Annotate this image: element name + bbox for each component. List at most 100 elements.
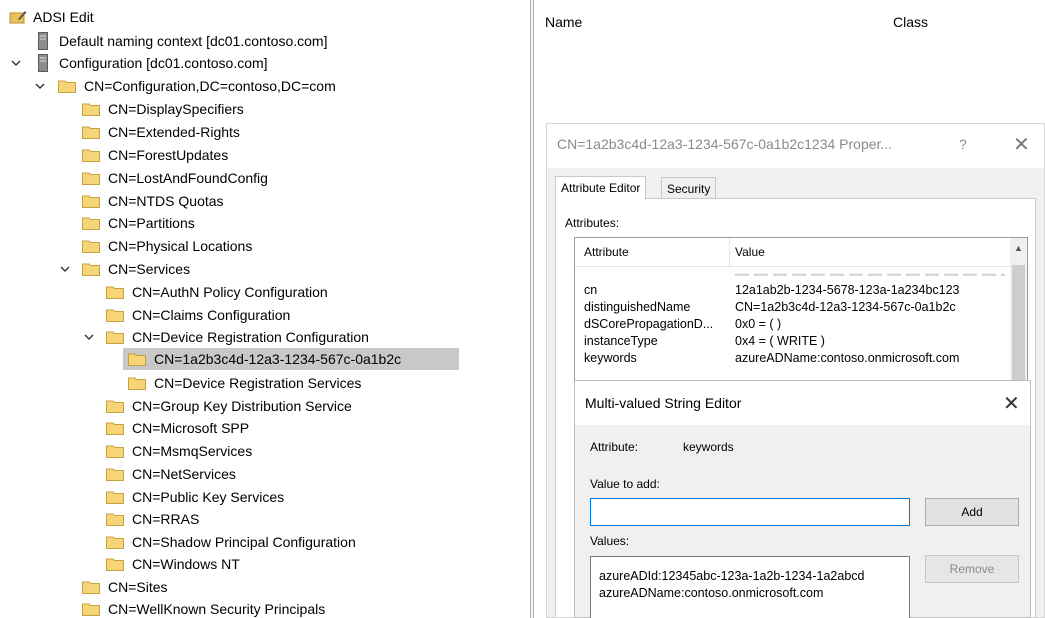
tree-item-label: Configuration [dc01.contoso.com] [59, 55, 268, 71]
values-label: Values: [590, 534, 630, 548]
folder-icon [82, 240, 100, 253]
folder-icon [106, 422, 124, 435]
tree-item[interactable]: CN=Public Key Services [106, 486, 284, 508]
remove-button[interactable]: Remove [925, 555, 1019, 583]
chevron-down-icon[interactable] [58, 258, 72, 280]
tree-item[interactable]: CN=LostAndFoundConfig [82, 167, 268, 189]
folder-icon [106, 536, 124, 549]
folder-icon [82, 581, 100, 594]
tree-item-services[interactable]: CN=Services [82, 258, 190, 280]
folder-icon [106, 491, 124, 504]
tree-item-configuration[interactable]: Configuration [dc01.contoso.com] [38, 52, 268, 74]
attributes-label: Attributes: [565, 216, 620, 230]
attribute-name: keywords [683, 440, 734, 454]
folder-icon [128, 353, 146, 366]
folder-icon [82, 217, 100, 230]
adsi-edit-icon [9, 11, 27, 24]
value-to-add-input[interactable] [590, 498, 910, 526]
tree-item[interactable]: CN=Shadow Principal Configuration [106, 531, 356, 553]
tree-item[interactable]: CN=AuthN Policy Configuration [106, 281, 328, 303]
properties-titlebar[interactable]: CN=1a2b3c4d-12a3-1234-567c-0a1b2c1234 Pr… [547, 124, 1044, 168]
tree-item[interactable]: CN=NetServices [106, 463, 236, 485]
tree-item-label: CN=WellKnown Security Principals [108, 601, 326, 617]
tree-item[interactable]: CN=Device Registration Services [128, 372, 361, 394]
server-icon [38, 54, 48, 72]
folder-icon [106, 468, 124, 481]
tree-item-label: CN=Partitions [108, 215, 195, 231]
tree-item-configuration-dn[interactable]: CN=Configuration,DC=contoso,DC=com [58, 75, 336, 97]
folder-icon [82, 263, 100, 276]
folder-icon [106, 558, 124, 571]
folder-icon [82, 149, 100, 162]
chevron-down-icon[interactable] [82, 326, 96, 348]
close-icon[interactable]: ✕ [1003, 391, 1020, 416]
tree-item-label: CN=Device Registration Services [154, 375, 362, 391]
column-header-class[interactable]: Class [893, 14, 928, 30]
folder-icon [106, 400, 124, 413]
properties-title: CN=1a2b3c4d-12a3-1234-567c-0a1b2c1234 Pr… [557, 136, 893, 152]
tree-item[interactable]: CN=Microsoft SPP [106, 417, 249, 439]
tree-item[interactable]: CN=Claims Configuration [106, 304, 290, 326]
tree-item[interactable]: CN=DisplaySpecifiers [82, 98, 244, 120]
tree-root[interactable]: ADSI Edit [9, 6, 94, 28]
tree-item-label: CN=Claims Configuration [132, 307, 291, 323]
tree-item-label: CN=Configuration,DC=contoso,DC=com [84, 78, 336, 94]
folder-icon [82, 195, 100, 208]
chevron-down-icon[interactable] [9, 52, 23, 74]
help-button[interactable]: ? [959, 136, 967, 152]
attribute-label: Attribute: [590, 440, 639, 454]
tree-item-label: CN=Device Registration Configuration [132, 329, 369, 345]
tree-item-label: CN=AuthN Policy Configuration [132, 284, 328, 300]
tree-item[interactable]: CN=RRAS [106, 508, 199, 530]
tree-item[interactable]: CN=Partitions [82, 212, 195, 234]
value-to-add-label: Value to add: [590, 477, 660, 491]
list-item[interactable]: azureADId:12345abc-123a-1a2b-1234-1a2abc… [599, 569, 864, 583]
values-list[interactable]: azureADId:12345abc-123a-1a2b-1234-1a2abc… [590, 556, 910, 618]
tree-item-label: CN=Microsoft SPP [132, 420, 250, 436]
editor-title: Multi-valued String Editor [585, 395, 742, 411]
tree-item[interactable]: CN=Group Key Distribution Service [106, 395, 352, 417]
tree-root-label: ADSI Edit [33, 9, 94, 25]
folder-icon [106, 331, 124, 344]
pane-splitter[interactable] [530, 0, 534, 618]
add-button[interactable]: Add [925, 498, 1019, 526]
folder-icon [128, 377, 146, 390]
list-item[interactable]: azureADName:contoso.onmicrosoft.com [599, 586, 823, 600]
tree-item[interactable]: CN=NTDS Quotas [82, 190, 224, 212]
multi-valued-string-editor: Multi-valued String Editor ✕ Attribute: … [574, 380, 1031, 618]
folder-icon [106, 445, 124, 458]
tree-item-label: CN=DisplaySpecifiers [108, 101, 244, 117]
tree-item-label: CN=LostAndFoundConfig [108, 170, 268, 186]
scroll-up-icon[interactable]: ▲ [1014, 243, 1023, 253]
tree-item[interactable]: CN=Windows NT [106, 553, 240, 575]
tree-item[interactable]: CN=MsmqServices [106, 440, 252, 462]
tree-item-label: CN=Physical Locations [108, 238, 253, 254]
tree-item-label: CN=Public Key Services [132, 489, 285, 505]
tree-item-selected-object[interactable]: CN=1a2b3c4d-12a3-1234-567c-0a1b2c [128, 348, 401, 370]
folder-icon [82, 103, 100, 116]
tree-item-device-registration-configuration[interactable]: CN=Device Registration Configuration [106, 326, 369, 348]
chevron-down-icon[interactable] [33, 75, 47, 97]
tree-item[interactable]: CN=Sites [82, 576, 168, 598]
editor-titlebar[interactable]: Multi-valued String Editor ✕ [575, 381, 1030, 425]
tree-item-label: CN=ForestUpdates [108, 147, 229, 163]
tree-item-label: CN=Windows NT [132, 556, 240, 572]
column-header-name[interactable]: Name [545, 14, 582, 30]
tree-item-label: CN=1a2b3c4d-12a3-1234-567c-0a1b2c [154, 351, 402, 367]
tree-item[interactable]: CN=WellKnown Security Principals [82, 598, 325, 618]
tree-item-label: Default naming context [dc01.contoso.com… [59, 33, 328, 49]
tree-item[interactable]: CN=Extended-Rights [82, 121, 240, 143]
tab-attribute-editor[interactable]: Attribute Editor [555, 176, 647, 200]
tree-item-label: CN=NetServices [132, 466, 236, 482]
tree-item[interactable]: CN=ForestUpdates [82, 144, 228, 166]
close-icon[interactable]: ✕ [1013, 132, 1030, 157]
tree-item-default-naming-context[interactable]: Default naming context [dc01.contoso.com… [38, 30, 327, 52]
folder-icon [106, 286, 124, 299]
tree-item-label: CN=RRAS [132, 511, 200, 527]
column-header-value[interactable]: Value [735, 245, 765, 259]
partial-row [735, 268, 1005, 276]
column-header-attribute[interactable]: Attribute [584, 245, 629, 259]
tree-item-label: CN=Sites [108, 579, 168, 595]
folder-icon [106, 309, 124, 322]
tree-item[interactable]: CN=Physical Locations [82, 235, 252, 257]
